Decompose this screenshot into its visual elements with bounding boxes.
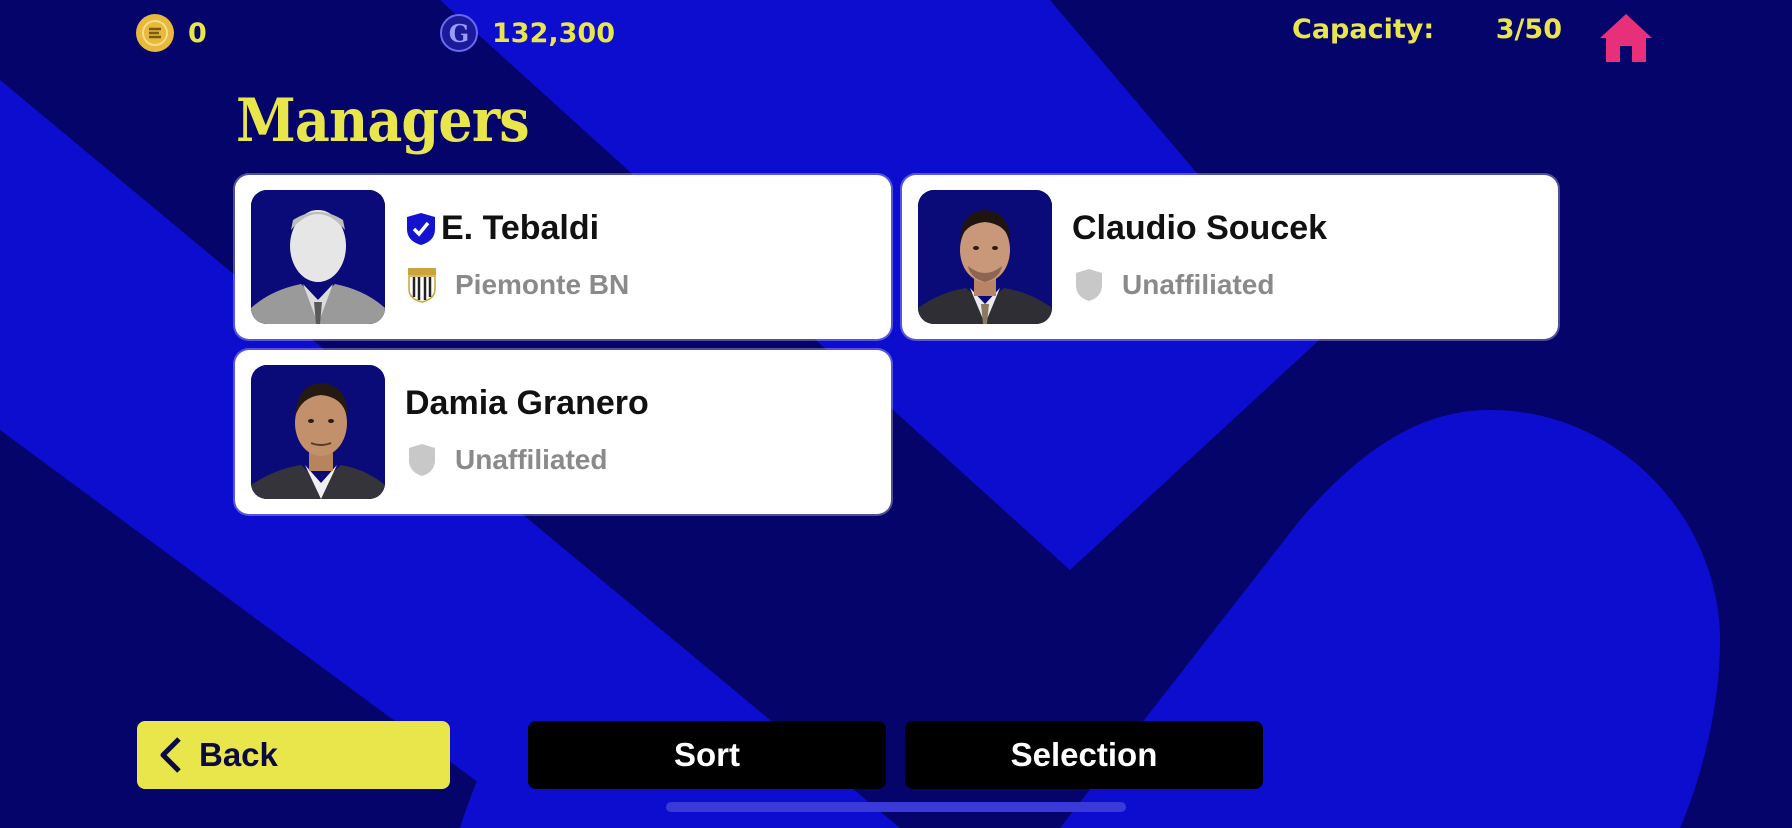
manager-name: Damia Granero [405,384,649,422]
avatar [918,190,1052,324]
manager-name: Claudio Soucek [1072,209,1328,247]
chevron-left-icon [160,737,181,773]
efootball-coin-balance: 0 [136,14,207,52]
manager-club: Piemonte BN [455,269,630,300]
manager-card-granero[interactable]: Damia Granero Unaffiliated [235,350,891,514]
sort-button[interactable]: Sort [528,721,886,789]
verified-shield-icon [407,212,435,245]
selection-button[interactable]: Selection [905,721,1263,789]
top-bar: 0 G 132,300 Capacity: 3/50 [0,0,1792,70]
gp-amount: 132,300 [492,17,615,49]
manager-club: Unaffiliated [1122,269,1275,300]
unaffiliated-shield-icon [409,444,435,476]
manager-card-tebaldi[interactable]: E. Tebaldi Piemonte BN [235,175,891,339]
unaffiliated-shield-icon [1076,269,1102,301]
avatar [251,365,385,499]
home-indicator [666,802,1126,812]
club-crest-icon [408,268,436,303]
manager-club: Unaffiliated [455,444,608,475]
efootball-coin-amount: 0 [188,17,207,49]
gp-icon: G [440,14,478,52]
capacity-label: Capacity: [1292,14,1435,45]
manager-card-soucek[interactable]: Claudio Soucek Unaffiliated [902,175,1558,339]
avatar [251,190,385,324]
back-button[interactable]: Back [137,721,450,789]
manager-name: E. Tebaldi [441,209,600,247]
capacity-indicator: Capacity: 3/50 [1292,14,1562,45]
home-icon[interactable] [1598,12,1654,64]
gp-balance: G 132,300 [440,14,615,52]
page-title: Managers [236,86,530,156]
back-label: Back [199,736,278,773]
capacity-value: 3/50 [1495,14,1562,45]
efootball-coin-icon [136,14,174,52]
